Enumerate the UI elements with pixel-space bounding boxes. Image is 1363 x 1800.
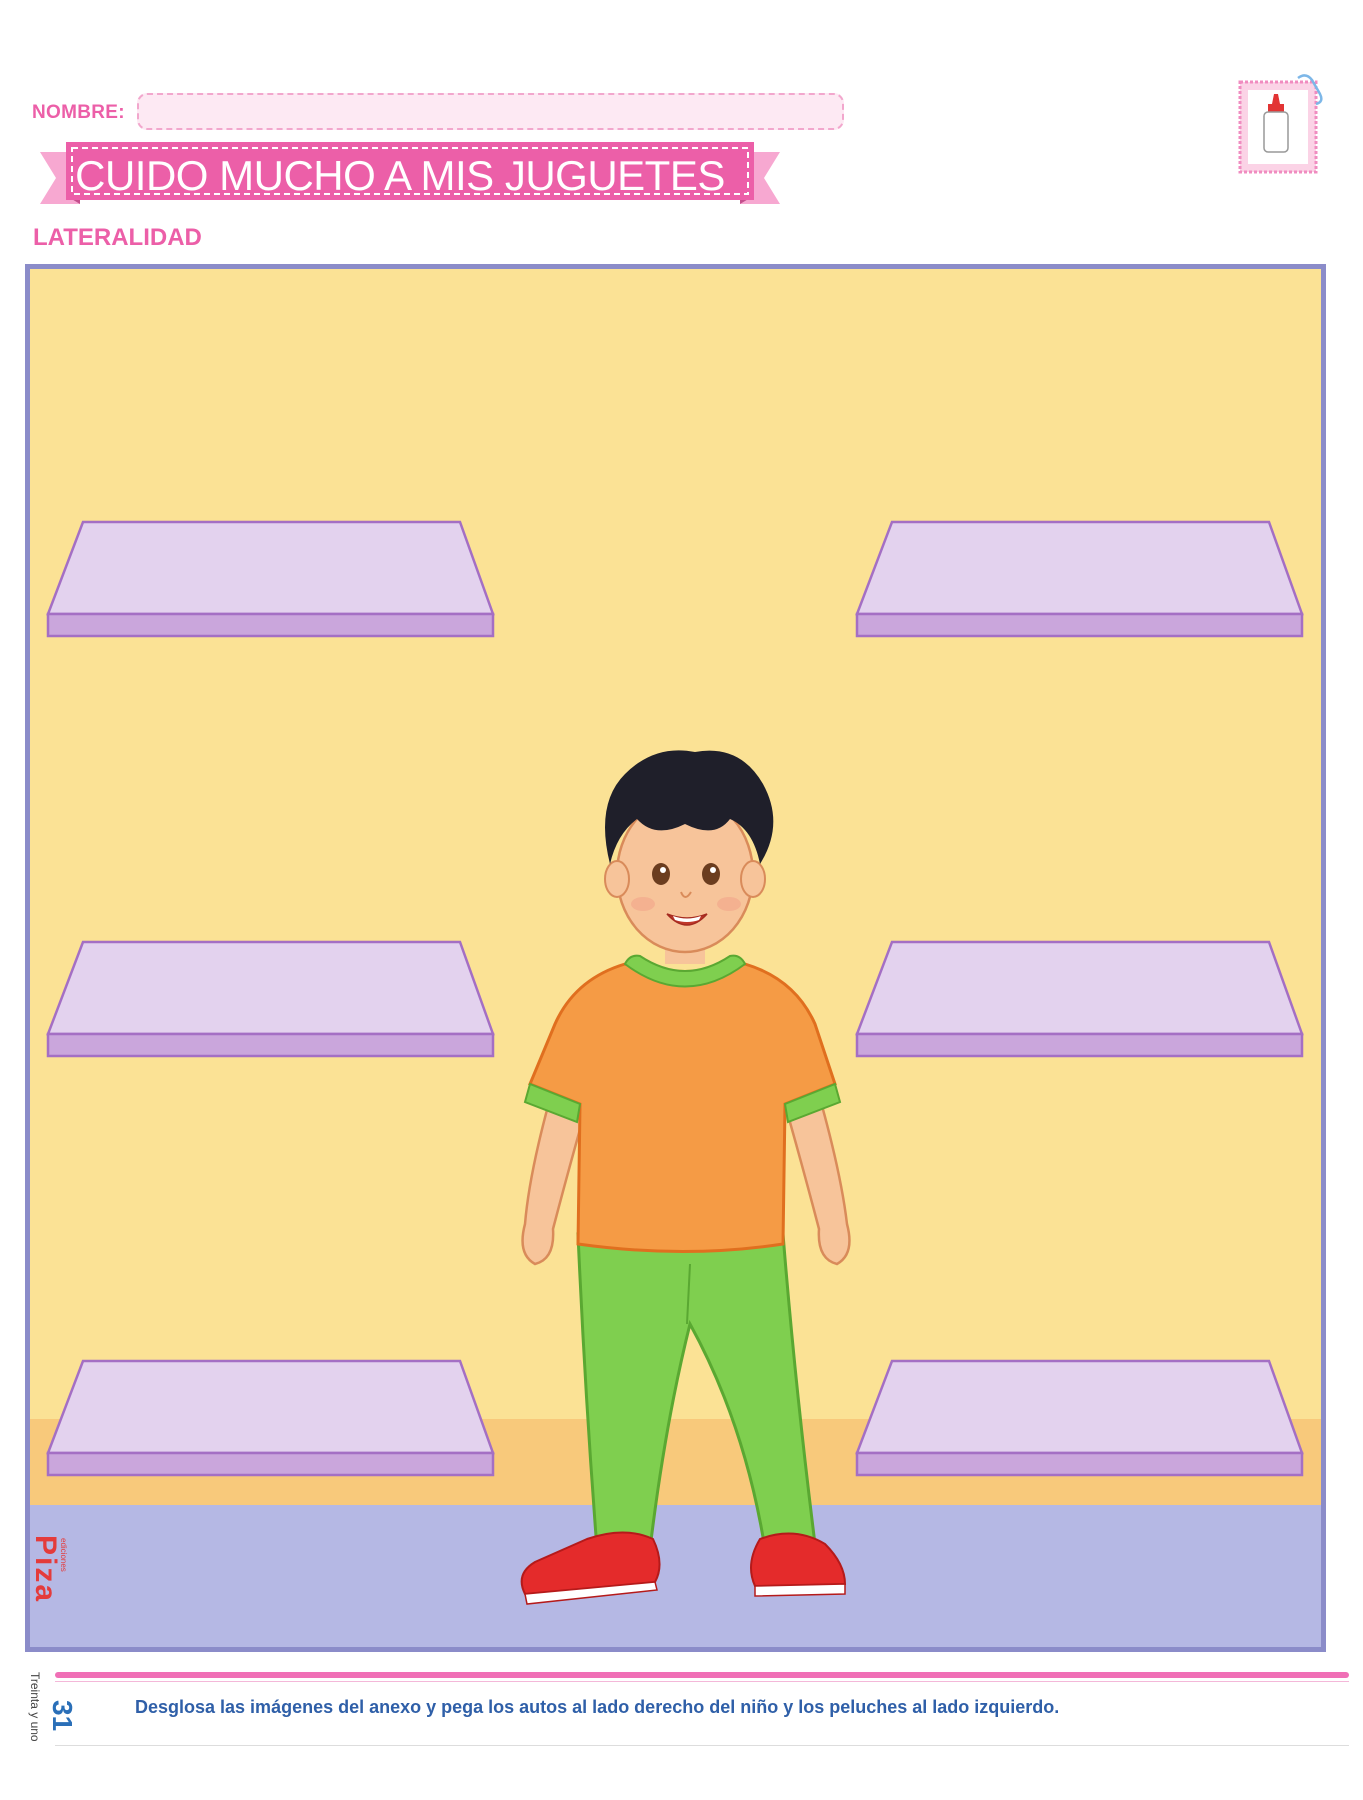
shelf-left-top[interactable] <box>46 520 495 638</box>
footer-divider-thin <box>55 1681 1349 1682</box>
glue-bottle-icon <box>1238 74 1323 174</box>
name-label: NOMBRE: <box>32 102 125 123</box>
playroom-scene <box>25 264 1326 1652</box>
floor <box>25 1505 1326 1652</box>
publisher-logo: Piza <box>29 1535 62 1604</box>
bottom-rule <box>55 1745 1349 1746</box>
page-number-words: Treinta y uno <box>28 1672 42 1742</box>
shelf-left-bottom[interactable] <box>46 1359 495 1477</box>
section-label: LATERALIDAD <box>33 224 202 251</box>
page-title: CUIDO MUCHO A MIS JUGUETES <box>75 152 725 199</box>
publisher-logo-subtitle: ediciones <box>59 1538 68 1572</box>
shelf-right-bottom[interactable] <box>855 1359 1304 1477</box>
shelf-right-top[interactable] <box>855 520 1304 638</box>
activity-instruction: Desglosa las imágenes del anexo y pega l… <box>135 1697 1060 1717</box>
shelf-right-middle[interactable] <box>855 940 1304 1058</box>
shelf-left-middle[interactable] <box>46 940 495 1058</box>
name-input[interactable] <box>137 93 844 130</box>
footer-divider <box>55 1672 1349 1678</box>
page-number: 31 <box>47 1700 78 1732</box>
